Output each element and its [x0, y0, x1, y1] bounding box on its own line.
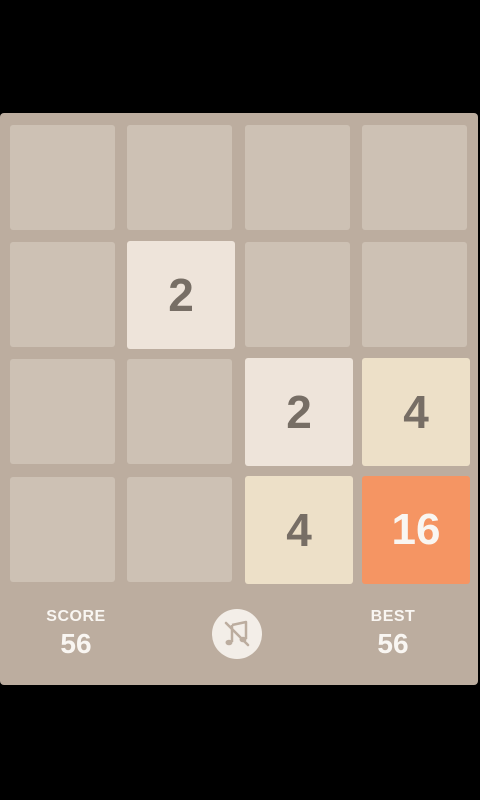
game-board[interactable]: 2 2 4 4 16 [0, 113, 478, 591]
empty-cell [127, 359, 232, 464]
empty-cell [10, 125, 115, 230]
best-value: 56 [377, 628, 409, 659]
tile: 2 [245, 358, 353, 466]
tile: 4 [245, 476, 353, 584]
empty-cell [10, 359, 115, 464]
empty-cell [127, 477, 232, 582]
score-box: SCORE 56 [16, 608, 136, 660]
empty-cell [127, 125, 232, 230]
empty-cell [10, 242, 115, 347]
music-toggle-button[interactable] [212, 609, 262, 659]
best-label: BEST [370, 608, 416, 625]
score-value: 56 [60, 628, 92, 659]
game-panel: 2 2 4 4 16 SCORE 56 BEST 56 [0, 113, 478, 685]
music-off-icon [224, 620, 250, 647]
game-screen: 2 2 4 4 16 SCORE 56 BEST 56 [0, 0, 480, 800]
score-label: SCORE [46, 608, 106, 625]
tile: 16 [362, 476, 470, 584]
tile: 4 [362, 358, 470, 466]
best-box: BEST 56 [333, 608, 453, 660]
empty-cell [245, 125, 350, 230]
empty-cell [362, 125, 467, 230]
empty-cell [10, 477, 115, 582]
empty-cell [362, 242, 467, 347]
empty-cell [245, 242, 350, 347]
tile: 2 [127, 241, 235, 349]
